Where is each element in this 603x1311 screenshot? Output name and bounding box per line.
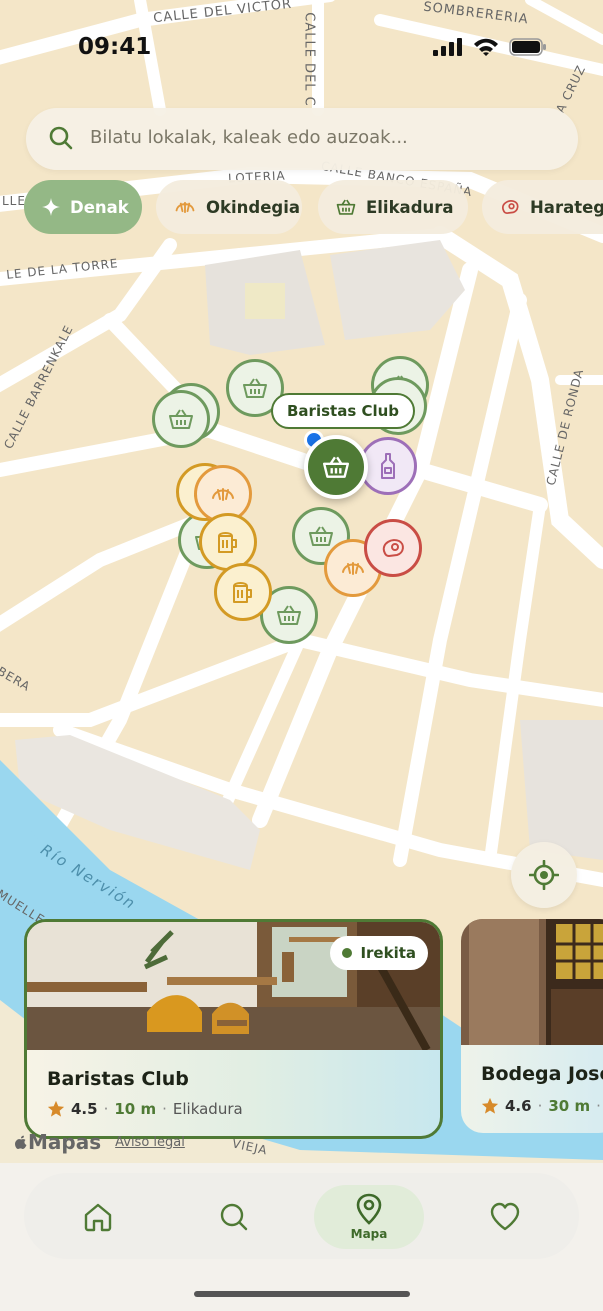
star-icon (47, 1100, 65, 1117)
chip-label: Elikadura (366, 197, 454, 217)
tab-bar: Mapa (0, 1163, 603, 1311)
tab-map[interactable]: Mapa (314, 1185, 424, 1249)
marker-taberna[interactable] (214, 563, 272, 621)
status-text: Irekita (360, 944, 416, 962)
chip-elikadura[interactable]: Elikadura (318, 180, 468, 234)
chip-label: Harategi (530, 197, 603, 217)
bottle-icon (381, 453, 395, 479)
separator: · (596, 1097, 601, 1115)
tab-search[interactable] (179, 1185, 289, 1249)
place-distance: 30 m (548, 1097, 591, 1115)
separator: · (162, 1100, 167, 1118)
search-icon (220, 1203, 248, 1231)
selected-marker-callout[interactable]: Baristas Club (271, 393, 416, 429)
place-card[interactable]: Irekita Baristas Club 4.5 · 10 m · Elika… (24, 919, 443, 1139)
croissant-icon (175, 201, 195, 214)
home-indicator (194, 1291, 410, 1297)
croissant-icon (342, 562, 364, 575)
sparkle-icon (42, 198, 60, 216)
place-meta: 4.6 · 30 m · (481, 1097, 601, 1115)
basket-icon (277, 605, 301, 625)
apple-logo-icon (15, 1135, 27, 1149)
chip-label: Denak (70, 197, 129, 217)
wifi-icon (474, 38, 498, 56)
place-photo: Irekita (27, 922, 440, 1050)
place-distance: 10 m (114, 1100, 157, 1118)
basket-icon (309, 526, 333, 546)
place-rating: 4.6 (505, 1097, 532, 1115)
marker-selected-elikadura[interactable] (304, 435, 368, 499)
search-bar[interactable]: Bilatu lokalak, kaleak edo auzoak... (26, 108, 578, 170)
place-card[interactable]: Bodega Jose 4.6 · 30 m · (461, 919, 603, 1133)
battery-icon (509, 38, 546, 56)
crosshair-icon (529, 860, 559, 890)
search-input[interactable]: Bilatu lokalak, kaleak edo auzoak... (90, 127, 408, 148)
basket-icon (322, 456, 350, 478)
croissant-icon (212, 488, 234, 501)
place-meta: 4.5 · 10 m · Elikadura (47, 1100, 243, 1118)
place-photo (461, 919, 603, 1045)
marker-elikadura[interactable] (152, 390, 210, 448)
bodega-door-image (461, 919, 603, 1045)
open-status-badge: Irekita (330, 936, 428, 970)
separator: · (103, 1100, 109, 1118)
locate-me-button[interactable] (511, 842, 577, 908)
basket-icon (169, 409, 193, 429)
marker-harategia[interactable] (364, 519, 422, 577)
category-filter-bar: Denak Okindegia Elikadura Harategi (24, 180, 603, 234)
meat-icon (502, 200, 519, 215)
search-icon (49, 126, 73, 150)
tab-map-label: Mapa (350, 1227, 388, 1241)
home-icon (84, 1203, 112, 1232)
chip-harategia[interactable]: Harategi (482, 180, 603, 234)
chip-label: Okindegia (206, 197, 301, 217)
status-dot (342, 948, 353, 958)
beer-mug-icon (233, 582, 252, 603)
chip-denak[interactable]: Denak (24, 180, 142, 234)
place-category: Elikadura (172, 1100, 243, 1118)
map-pin-icon (356, 1193, 382, 1225)
basket-icon (243, 378, 267, 398)
separator: · (537, 1097, 543, 1115)
beer-mug-icon (218, 532, 237, 553)
legal-notice-link[interactable]: Aviso legal (115, 1135, 185, 1150)
status-bar: 09:41 (0, 30, 603, 70)
tab-home[interactable] (43, 1185, 153, 1249)
marker-taberna[interactable] (199, 513, 257, 571)
heart-icon (490, 1202, 520, 1231)
maps-brand: Mapas (14, 1130, 101, 1154)
meat-icon (382, 539, 404, 558)
street-label: LLE (2, 194, 26, 208)
place-rating: 4.5 (71, 1100, 98, 1118)
map-attribution: Mapas Aviso legal (14, 1130, 185, 1154)
tab-favorites[interactable] (450, 1185, 560, 1249)
signal-icon (433, 38, 462, 56)
place-name: Bodega Jose (481, 1063, 603, 1085)
chip-okindegia[interactable]: Okindegia (156, 180, 302, 234)
place-name: Baristas Club (47, 1068, 189, 1090)
basket-icon (336, 199, 356, 215)
status-time: 09:41 (78, 34, 152, 60)
star-icon (481, 1097, 499, 1114)
